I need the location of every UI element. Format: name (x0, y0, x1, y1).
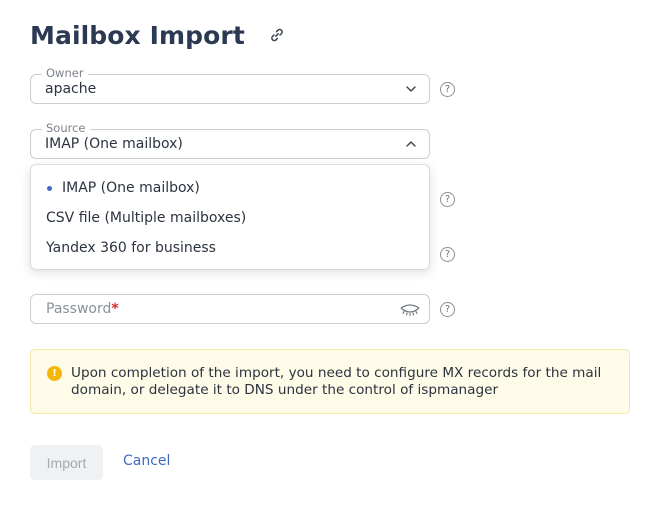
owner-select[interactable]: Owner apache (30, 66, 430, 104)
owner-value: apache (45, 81, 97, 97)
password-placeholder: Password* (46, 301, 119, 317)
source-select[interactable]: Source IMAP (One mailbox) (30, 121, 430, 159)
link-icon[interactable] (267, 25, 287, 45)
password-field[interactable]: Password* (30, 294, 430, 324)
chevron-up-icon (406, 141, 416, 147)
eye-closed-icon[interactable] (399, 303, 421, 317)
password-help-icon[interactable]: ? (440, 302, 455, 317)
source-dropdown-menu: IMAP (One mailbox) CSV file (Multiple ma… (30, 164, 430, 270)
option-label: CSV file (Multiple mailboxes) (46, 210, 247, 226)
option-label: Yandex 360 for business (46, 240, 216, 256)
source-value: IMAP (One mailbox) (45, 136, 183, 152)
dropdown-option-csv[interactable]: CSV file (Multiple mailboxes) (31, 203, 429, 233)
page-header: Mailbox Import (30, 18, 287, 52)
field-help-icon[interactable]: ? (440, 247, 455, 262)
owner-help-icon[interactable]: ? (440, 82, 455, 97)
cancel-link[interactable]: Cancel (123, 453, 170, 469)
option-label: IMAP (One mailbox) (62, 180, 200, 196)
source-label: Source (42, 121, 90, 135)
required-mark: * (111, 301, 119, 317)
info-notice: ! Upon completion of the import, you nee… (30, 349, 630, 414)
dropdown-option-yandex[interactable]: Yandex 360 for business (31, 233, 429, 263)
selected-indicator-icon (47, 185, 52, 191)
import-button[interactable]: Import (30, 445, 103, 480)
warning-icon: ! (47, 366, 62, 381)
owner-label: Owner (42, 66, 88, 80)
dropdown-option-imap[interactable]: IMAP (One mailbox) (31, 173, 429, 203)
chevron-down-icon (406, 86, 416, 92)
page-title: Mailbox Import (30, 20, 245, 50)
field-help-icon[interactable]: ? (440, 192, 455, 207)
notice-text: Upon completion of the import, you need … (71, 365, 602, 398)
